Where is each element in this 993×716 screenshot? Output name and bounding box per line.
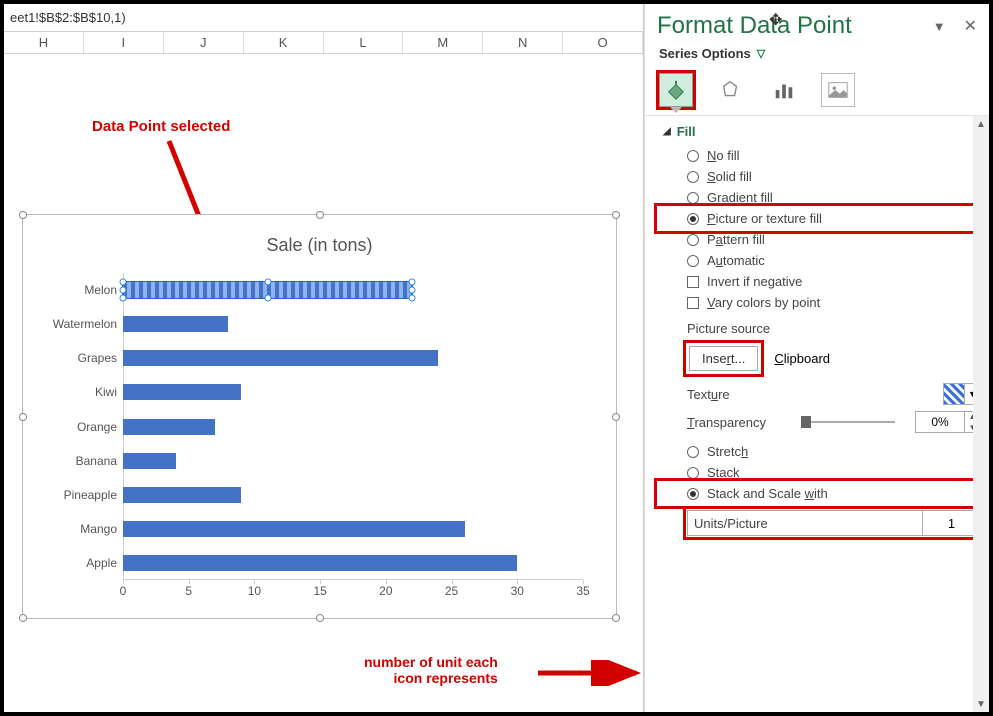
radio-stack-scale[interactable]: Stack and Scale with <box>659 483 981 504</box>
pane-menu-button[interactable]: ▼ <box>933 19 946 34</box>
format-pane: Format Data Point ✥ ▼ ✕ Series Options ▽ <box>644 4 989 712</box>
radio-picture-texture-fill[interactable]: Picture or texture fill <box>659 208 981 229</box>
check-vary-colors[interactable]: Vary colors by point <box>659 292 981 313</box>
category-label: Melon <box>28 283 123 297</box>
category-label: Mango <box>28 522 123 536</box>
radio-pattern-fill[interactable]: Pattern fill <box>659 229 981 250</box>
insert-picture-button[interactable]: Insert... <box>689 346 758 371</box>
category-label: Watermelon <box>28 317 123 331</box>
transparency-input[interactable]: ▲▼ <box>915 411 981 433</box>
col-header[interactable]: H <box>4 32 84 53</box>
check-invert-negative[interactable]: Invert if negative <box>659 271 981 292</box>
category-label: Kiwi <box>28 385 123 399</box>
pane-title: Format Data Point ✥ <box>657 12 933 40</box>
x-tick-label: 15 <box>313 584 326 598</box>
tab-picture[interactable] <box>821 73 855 107</box>
close-icon[interactable]: ✕ <box>964 16 977 36</box>
formula-bar[interactable]: eet1!$B$2:$B$10,1) <box>4 4 643 32</box>
annotation-data-point: Data Point selected <box>92 118 230 135</box>
category-label: Pineapple <box>28 488 123 502</box>
radio-automatic[interactable]: Automatic <box>659 250 981 271</box>
fill-section-label[interactable]: Fill <box>677 124 696 139</box>
x-tick-label: 25 <box>445 584 458 598</box>
scroll-up-icon[interactable]: ▲ <box>973 116 989 132</box>
bar-banana[interactable] <box>123 453 176 469</box>
x-tick-label: 30 <box>511 584 524 598</box>
radio-stretch[interactable]: Stretch <box>659 441 981 462</box>
bar-orange[interactable] <box>123 419 215 435</box>
bar-apple[interactable] <box>123 555 517 571</box>
column-headers: H I J K L M N O <box>4 32 643 54</box>
col-header[interactable]: N <box>483 32 563 53</box>
scrollbar[interactable]: ▲ ▼ <box>973 116 989 712</box>
move-cursor-icon: ✥ <box>769 10 782 30</box>
col-header[interactable]: J <box>164 32 244 53</box>
collapse-icon[interactable]: ◢ <box>663 126 671 137</box>
series-options-label[interactable]: Series Options <box>659 46 751 61</box>
tab-effects[interactable] <box>713 73 747 107</box>
x-tick-label: 5 <box>185 584 192 598</box>
bar-watermelon[interactable] <box>123 316 228 332</box>
col-header[interactable]: I <box>84 32 164 53</box>
texture-label: Texture <box>687 387 933 402</box>
units-picture-field[interactable]: Units/Picture 1 <box>687 510 981 536</box>
plot-area[interactable]: MelonWatermelonGrapesKiwiOrangeBananaPin… <box>123 273 583 580</box>
tab-fill-line[interactable] <box>659 73 693 107</box>
col-header[interactable]: M <box>403 32 483 53</box>
bar-kiwi[interactable] <box>123 384 241 400</box>
scroll-down-icon[interactable]: ▼ <box>973 696 989 712</box>
chevron-down-icon[interactable]: ▽ <box>757 47 765 60</box>
picture-source-label: Picture source <box>659 313 981 340</box>
x-tick-label: 35 <box>576 584 589 598</box>
col-header[interactable]: K <box>244 32 324 53</box>
chart-object[interactable]: Sale (in tons) MelonWatermelonGrapesKiwi… <box>22 214 617 619</box>
radio-stack[interactable]: Stack <box>659 462 981 483</box>
category-label: Grapes <box>28 351 123 365</box>
category-label: Banana <box>28 454 123 468</box>
radio-gradient-fill[interactable]: Gradient fill <box>659 187 981 208</box>
tab-series-options[interactable] <box>767 73 801 107</box>
bar-grapes[interactable] <box>123 350 438 366</box>
category-label: Apple <box>28 556 123 570</box>
x-tick-label: 20 <box>379 584 392 598</box>
clipboard-button[interactable]: Clipboard <box>774 351 830 366</box>
chart-title[interactable]: Sale (in tons) <box>23 215 616 266</box>
texture-swatch[interactable] <box>943 383 965 405</box>
radio-no-fill[interactable]: NNo fillo fill <box>659 145 981 166</box>
arrow-icon <box>536 660 644 686</box>
x-tick-label: 10 <box>248 584 261 598</box>
annotation-units: number of unit eachicon represents <box>364 655 498 686</box>
x-tick-label: 0 <box>120 584 127 598</box>
col-header[interactable]: O <box>563 32 643 53</box>
category-label: Orange <box>28 420 123 434</box>
transparency-label: Transparency <box>687 415 781 430</box>
formula-text: eet1!$B$2:$B$10,1) <box>10 10 126 25</box>
radio-solid-fill[interactable]: Solid fill <box>659 166 981 187</box>
col-header[interactable]: L <box>324 32 404 53</box>
bar-mango[interactable] <box>123 521 465 537</box>
bar-pineapple[interactable] <box>123 487 241 503</box>
transparency-slider[interactable] <box>801 421 895 423</box>
